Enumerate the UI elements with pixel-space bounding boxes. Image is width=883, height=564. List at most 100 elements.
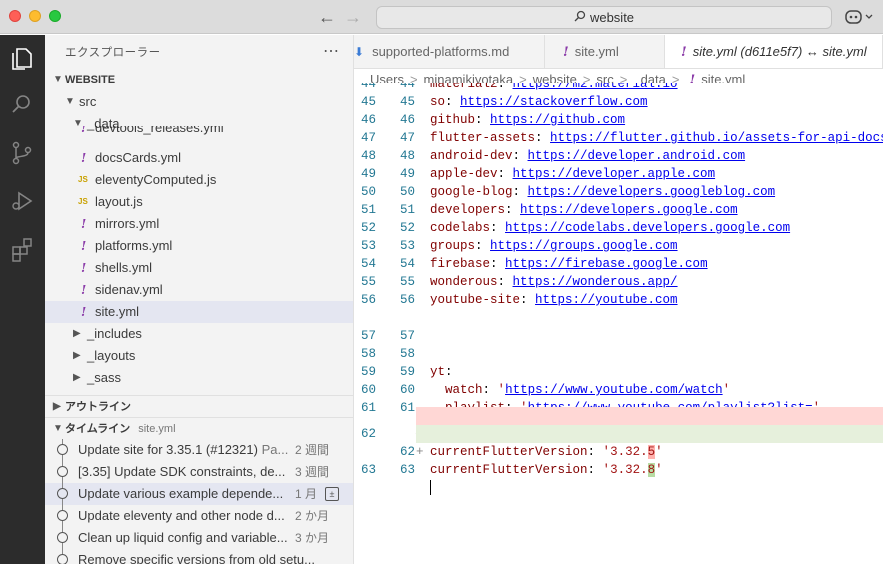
editor-tab-bar: ⬇ supported-platforms.md ! site.yml ! site.… bbox=[354, 35, 883, 69]
timeline-item[interactable]: Update site for 3.35.1 (#12321) Pa... 2 … bbox=[45, 439, 353, 461]
chevron-right-icon: ▶ bbox=[73, 372, 81, 383]
run-debug-icon[interactable] bbox=[8, 187, 36, 215]
file-row[interactable]: JS eleventyComputed.js bbox=[45, 169, 353, 191]
url-link[interactable]: https://stackoverflow.com bbox=[460, 95, 648, 109]
timeline-item[interactable]: Update eleventy and other node d... 2 か月 bbox=[45, 505, 353, 527]
more-actions-icon[interactable]: ⋯ bbox=[323, 41, 339, 61]
timeline-section[interactable]: ▼ タイムライン site.yml bbox=[45, 417, 353, 439]
code-line: 44 44 material2: https://m2.material.io bbox=[354, 83, 883, 93]
yaml-file-icon: ! bbox=[563, 45, 569, 60]
file-row[interactable]: ! mirrors.yml bbox=[45, 213, 353, 235]
explorer-title: エクスプローラー bbox=[65, 47, 161, 59]
code-line: 63 63 bbox=[354, 443, 883, 496]
url-link[interactable]: https://groups.google.com bbox=[490, 239, 678, 253]
timeline-item[interactable]: Remove specific versions from old setu..… bbox=[45, 549, 353, 564]
diff-editor[interactable]: 44 44 material2: https://m2.material.io 45 4… bbox=[354, 83, 883, 564]
code-line: 48 48 android-dev: https://developer.andro… bbox=[360, 149, 746, 163]
file-row[interactable]: ! docsCards.yml bbox=[45, 147, 353, 169]
url-link[interactable]: https://firebase.google.com bbox=[505, 257, 708, 271]
yaml-file-icon: ! bbox=[81, 305, 87, 319]
chevron-down-icon: ▼ bbox=[65, 96, 75, 107]
command-center-text: website bbox=[589, 10, 635, 25]
code-line: 6060 playlist: 'https://www.youtube.com/… bbox=[360, 383, 820, 415]
forward-arrow-icon[interactable]: → bbox=[342, 6, 364, 28]
yaml-file-icon: ! bbox=[81, 217, 87, 231]
file-row[interactable]: ! devtools_releases.yml bbox=[45, 126, 353, 142]
yaml-file-icon: ! bbox=[81, 239, 87, 253]
copilot-icon[interactable] bbox=[845, 8, 877, 26]
code-line: 47 47 flutter-assets: https://flutter.gith… bbox=[354, 129, 883, 147]
chevron-right-icon: ▶ bbox=[73, 350, 81, 361]
folder-layouts[interactable]: ▶ _layouts bbox=[45, 345, 353, 367]
commit-icon bbox=[57, 488, 68, 499]
code-line: 55 55 wonderous: https://wonderous.app/ bbox=[360, 275, 678, 289]
tab-site-yml-diff[interactable]: ! site.yml (d611e5f7) ↔ site.yml bbox=[665, 35, 883, 68]
file-row-selected[interactable]: ! site.yml bbox=[45, 301, 353, 323]
yaml-file-icon: ! bbox=[81, 126, 87, 135]
file-row[interactable]: ! platforms.yml bbox=[45, 235, 353, 257]
added-line-number: 62 bbox=[399, 445, 415, 459]
file-row[interactable]: ! shells.yml bbox=[45, 257, 353, 279]
close-window-button[interactable] bbox=[9, 10, 21, 22]
url-link[interactable]: https://developer.apple.com bbox=[513, 167, 716, 181]
timeline-item-selected[interactable]: Update various example depende... 1 月 ± bbox=[45, 483, 353, 505]
tab-site-yml[interactable]: ! site.yml bbox=[545, 35, 665, 68]
code-line: 56 56 youtube-site: https://youtube.com bbox=[360, 293, 678, 307]
explorer-icon[interactable] bbox=[8, 45, 36, 73]
url-link[interactable]: https://m2.material.io bbox=[513, 83, 678, 91]
commit-icon bbox=[57, 444, 68, 455]
url-link[interactable]: https://developers.google.com bbox=[520, 203, 738, 217]
back-arrow-icon[interactable]: ← bbox=[316, 6, 338, 28]
timeline-item[interactable]: [3.35] Update SDK constraints, de... 3 週… bbox=[45, 461, 353, 483]
search-icon[interactable] bbox=[8, 91, 36, 119]
open-changes-icon[interactable]: ± bbox=[325, 487, 339, 501]
code-line: 45 45 so: https://stackoverflow.com bbox=[360, 95, 648, 109]
code-line: 57 57 bbox=[360, 329, 415, 343]
code-line: 51 51 developers: https://developers.googl… bbox=[360, 203, 738, 217]
code-line: 58 58 yt: bbox=[360, 347, 453, 379]
url-link[interactable]: https://codelabs.developers.google.com bbox=[505, 221, 790, 235]
url-link[interactable]: https://youtube.com bbox=[535, 293, 678, 307]
workspace-root[interactable]: ▼ WEBSITE bbox=[45, 69, 353, 91]
folder-sass[interactable]: ▶ _sass bbox=[45, 367, 353, 389]
source-control-icon[interactable] bbox=[8, 139, 36, 167]
folder-includes[interactable]: ▶ _includes bbox=[45, 323, 353, 345]
explorer-sidebar: エクスプローラー ⋯ ▼ WEBSITE ▼ src ▼ _data ! dev… bbox=[45, 35, 354, 564]
url-link[interactable]: https://developer.android.com bbox=[528, 149, 746, 163]
commit-icon bbox=[57, 510, 68, 521]
url-link[interactable]: https://flutter.github.io/assets-for-api… bbox=[550, 131, 883, 145]
chevron-right-icon: ▶ bbox=[73, 328, 81, 339]
url-link[interactable]: https://github.com bbox=[490, 113, 625, 127]
timeline-item[interactable]: Clean up liquid config and variable... 3… bbox=[45, 527, 353, 549]
text-cursor bbox=[430, 480, 431, 496]
file-row[interactable]: ! sidenav.yml bbox=[45, 279, 353, 301]
title-bar: ← → website bbox=[0, 0, 883, 34]
js-file-icon: JS bbox=[78, 197, 88, 206]
code-line: 49 49 apple-dev: https://developer.apple.c… bbox=[360, 167, 716, 181]
file-row[interactable]: JS layout.js bbox=[45, 191, 353, 213]
minimize-window-button[interactable] bbox=[29, 10, 41, 22]
outline-section[interactable]: ▶ アウトライン bbox=[45, 395, 353, 417]
removed-line-number: 62 bbox=[360, 427, 376, 441]
added-line: + currentFlutterVersion: '3.32.8' bbox=[416, 425, 883, 477]
command-center-search[interactable]: website bbox=[376, 6, 832, 29]
yaml-file-icon: ! bbox=[81, 261, 87, 275]
search-icon bbox=[574, 7, 586, 28]
removed-line: — currentFlutterVersion: '3.32.5' bbox=[416, 407, 883, 459]
code-line: 46 46 github: https://github.com bbox=[360, 113, 626, 127]
explorer-header: エクスプローラー ⋯ bbox=[45, 35, 353, 67]
tab-supported-platforms[interactable]: ⬇ supported-platforms.md bbox=[354, 35, 545, 68]
zoom-window-button[interactable] bbox=[49, 10, 61, 22]
markdown-file-icon: ⬇ bbox=[354, 45, 365, 59]
commit-icon bbox=[57, 532, 68, 543]
commit-icon bbox=[57, 466, 68, 477]
folder-src[interactable]: ▼ src bbox=[45, 91, 353, 113]
url-link[interactable]: https://developers.googleblog.com bbox=[528, 185, 776, 199]
code-line: 59 59 watch: 'https://www.youtube.com/wat… bbox=[360, 365, 731, 397]
url-link[interactable]: https://wonderous.app/ bbox=[513, 275, 678, 289]
extensions-icon[interactable] bbox=[8, 235, 36, 263]
code-line: 61 61 bbox=[360, 401, 415, 415]
chevron-right-icon: ▶ bbox=[53, 401, 61, 412]
js-file-icon: JS bbox=[78, 175, 88, 184]
chevron-down-icon: ▼ bbox=[53, 423, 63, 434]
